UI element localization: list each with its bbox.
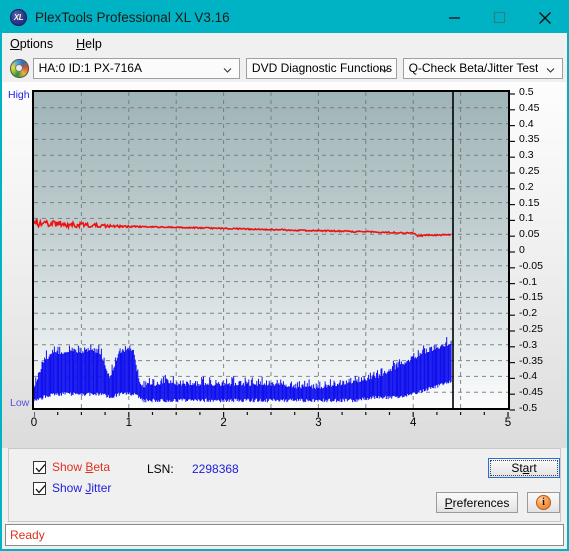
application-window: XL PlexTools Professional XL V3.16 Optio… — [0, 0, 569, 551]
x-tick-label: 0 — [30, 417, 38, 429]
y-tick-label: 0.4 — [519, 117, 534, 130]
chevron-down-icon — [380, 64, 389, 73]
preferences-button[interactable]: Preferences — [436, 492, 518, 513]
y-tick-label: 0.1 — [519, 212, 534, 225]
axis-label-low: Low — [10, 397, 30, 409]
maximize-icon[interactable] — [477, 2, 522, 33]
y-tick-label: -0.4 — [519, 370, 538, 383]
toolbar: HA:0 ID:1 PX-716A DVD Diagnostic Functio… — [2, 54, 567, 82]
title-bar: XL PlexTools Professional XL V3.16 — [2, 2, 567, 33]
y-tick-label: -0.25 — [519, 323, 543, 335]
chart-panel: High Low 0.5 0.45 0.4 0.35 0.3 0.25 0.2 0.15 0.1… — [2, 82, 567, 448]
start-label-post: rt — [529, 461, 537, 475]
y-tick-label: -0.45 — [519, 386, 543, 399]
y-tick-label: -0.15 — [519, 291, 543, 304]
show-jitter-checkbox[interactable]: Show Jitter — [33, 481, 111, 495]
y-tick-label: -0.05 — [519, 259, 543, 272]
show-beta-label-pre: Show — [52, 460, 86, 474]
x-axis: 0 1 2 3 4 5 — [30, 412, 512, 434]
info-button[interactable]: i — [527, 492, 560, 513]
minimize-icon[interactable] — [432, 2, 477, 33]
menu-item-help[interactable]: Help — [75, 36, 111, 52]
info-icon: i — [536, 495, 551, 510]
y-tick-label: -0.35 — [519, 354, 543, 367]
prefs-label-post: references — [452, 495, 510, 510]
show-jitter-label-pre: Show — [52, 481, 86, 495]
plot-area[interactable] — [32, 90, 510, 410]
x-tick-label: 3 — [315, 417, 322, 429]
x-tick-label: 4 — [409, 417, 417, 429]
y-tick-label: 0.25 — [519, 165, 540, 177]
checkmark-icon — [33, 481, 46, 495]
x-tick-label: 5 — [504, 417, 512, 429]
y-tick-label: -0.5 — [519, 402, 538, 414]
start-label-pre: St — [511, 461, 523, 475]
prefs-accel: P — [444, 495, 453, 510]
start-button[interactable]: Start — [488, 458, 560, 478]
y-tick-label: 0 — [519, 244, 525, 256]
status-bar: Ready — [5, 524, 564, 546]
y-tick-label: -0.3 — [519, 338, 538, 351]
y-tick-label: -0.2 — [519, 307, 538, 320]
y-tick-label: 0.2 — [519, 180, 534, 193]
window-controls — [432, 2, 567, 33]
y-tick-label: 0.35 — [519, 133, 540, 146]
show-jitter-label-post: itter — [91, 481, 112, 495]
x-tick-label: 2 — [220, 417, 227, 429]
chart-traces — [34, 92, 454, 408]
test-select[interactable]: Q-Check Beta/Jitter Test — [402, 57, 563, 79]
close-icon[interactable] — [522, 2, 567, 33]
x-tick-label: 1 — [125, 417, 132, 429]
window-title: PlexTools Professional XL V3.16 — [35, 10, 230, 25]
status-text: Ready — [10, 528, 45, 542]
chevron-down-icon — [223, 64, 232, 73]
plextools-logo-icon: XL — [10, 9, 27, 26]
controls-panel: Show Beta Show Jitter LSN: 2298368 Start… — [8, 448, 561, 522]
y-tick-label: 0.3 — [519, 149, 534, 162]
menu-options-accel: O — [10, 36, 20, 51]
y-tick-label: -0.1 — [519, 275, 538, 288]
y-axis: 0.5 0.45 0.4 0.35 0.3 0.25 0.2 0.15 0.1 0.05 0 -0.0… — [510, 86, 568, 414]
function-select[interactable]: DVD Diagnostic Functions — [245, 57, 397, 79]
preferences-button-label: Preferences — [445, 496, 510, 510]
menu-bar: Options Help — [2, 33, 567, 54]
menu-options-label: ptions — [19, 36, 54, 51]
show-beta-label: Show Beta — [52, 460, 110, 474]
axis-label-high: High — [8, 89, 30, 101]
menu-help-accel: H — [76, 36, 86, 51]
drive-select-value: HA:0 ID:1 PX-716A — [38, 61, 142, 75]
y-tick-label: 0.05 — [519, 228, 540, 241]
menu-help-label: elp — [85, 36, 102, 51]
y-tick-label: 0.5 — [519, 86, 534, 98]
test-select-value: Q-Check Beta/Jitter Test — [408, 61, 539, 75]
lsn-value: 2298368 — [192, 462, 239, 476]
disc-icon — [10, 58, 29, 78]
checkmark-icon — [33, 460, 46, 474]
chevron-down-icon — [546, 64, 555, 73]
start-button-label: Start — [511, 461, 536, 475]
show-beta-checkbox[interactable]: Show Beta — [33, 460, 110, 474]
y-tick-label: 0.45 — [519, 101, 540, 114]
show-jitter-label: Show Jitter — [52, 481, 111, 495]
function-select-value: DVD Diagnostic Functions — [251, 61, 392, 75]
menu-item-options[interactable]: Options — [9, 36, 62, 52]
show-beta-label-post: eta — [93, 460, 111, 474]
lsn-label: LSN: — [147, 462, 174, 476]
y-tick-label: 0.15 — [519, 196, 540, 209]
drive-select[interactable]: HA:0 ID:1 PX-716A — [32, 57, 240, 79]
